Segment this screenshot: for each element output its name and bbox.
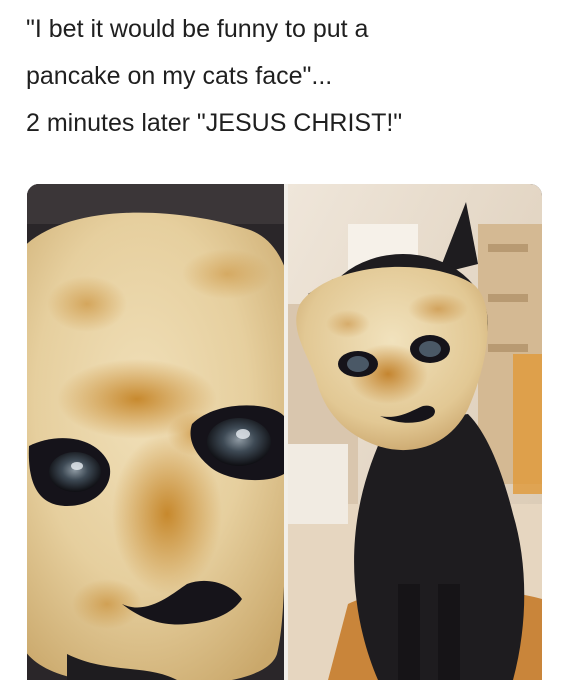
meme-caption: "I bet it would be funny to put a pancak… [26, 6, 546, 147]
full-cat-photo [288, 184, 542, 680]
closeup-photo-image [27, 184, 284, 680]
caption-line-2: pancake on my cats face"... [26, 62, 333, 90]
meme-post: "I bet it would be funny to put a pancak… [0, 0, 570, 680]
full-cat-photo-image [288, 184, 542, 680]
photo-collage [27, 184, 542, 680]
caption-line-3: 2 minutes later "JESUS CHRIST!" [26, 109, 403, 137]
caption-line-1: "I bet it would be funny to put a [26, 15, 369, 43]
closeup-photo [27, 184, 284, 680]
